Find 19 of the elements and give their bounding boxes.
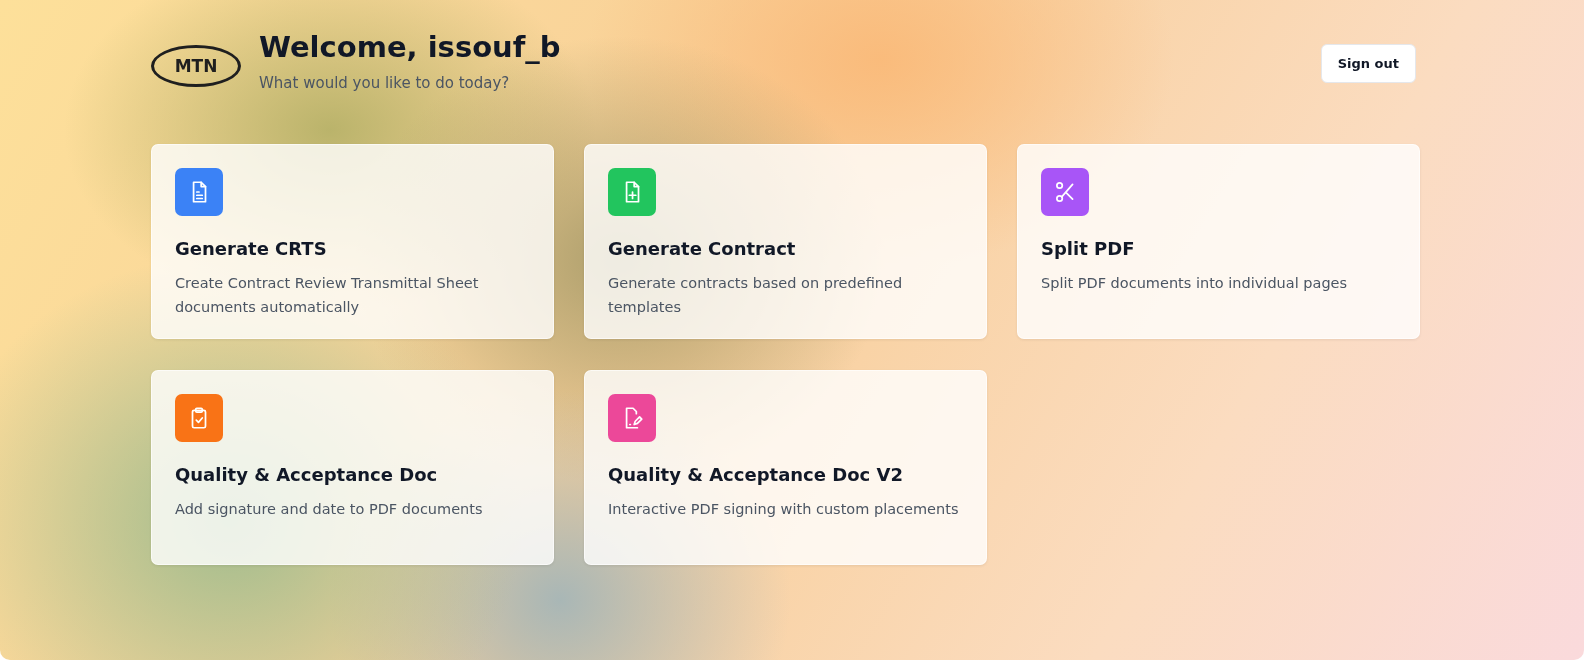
tool-card[interactable]: Quality & Acceptance Doc V2 Interactive PDF signing with custom placements <box>584 370 987 565</box>
card-title: Generate CRTS <box>175 238 328 259</box>
card-title: Split PDF <box>1041 238 1136 259</box>
sign-out-button[interactable]: Sign out <box>1320 44 1416 83</box>
tool-card[interactable]: Generate CRTS Create Contract Review Transmittal Sheet documents automatically <box>151 144 554 339</box>
card-title: Quality & Acceptance Doc <box>175 464 439 485</box>
card-description: Split PDF documents into individual pages <box>1041 274 1349 293</box>
card-title: Generate Contract <box>608 238 797 259</box>
card-description: Add signature and date to PDF documents <box>175 500 484 519</box>
card-title: Quality & Acceptance Doc V2 <box>608 464 904 485</box>
mtn-logo: MTN <box>151 45 241 87</box>
card-description: Create Contract Review Transmittal Sheet documents automatically <box>175 274 480 317</box>
tool-card[interactable]: Quality & Acceptance Doc Add signature and date to PDF documents <box>151 370 554 565</box>
welcome-subtitle: What would you like to do today? <box>259 74 511 92</box>
tool-card[interactable]: Generate Contract Generate contracts based on predefined templates <box>584 144 987 339</box>
card-description: Generate contracts based on predefined templates <box>608 274 904 317</box>
welcome-title: Welcome, issouf_b <box>259 30 561 64</box>
tool-card[interactable]: Split PDF Split PDF documents into individual pages <box>1017 144 1420 339</box>
card-description: Interactive PDF signing with custom placements <box>608 500 960 519</box>
